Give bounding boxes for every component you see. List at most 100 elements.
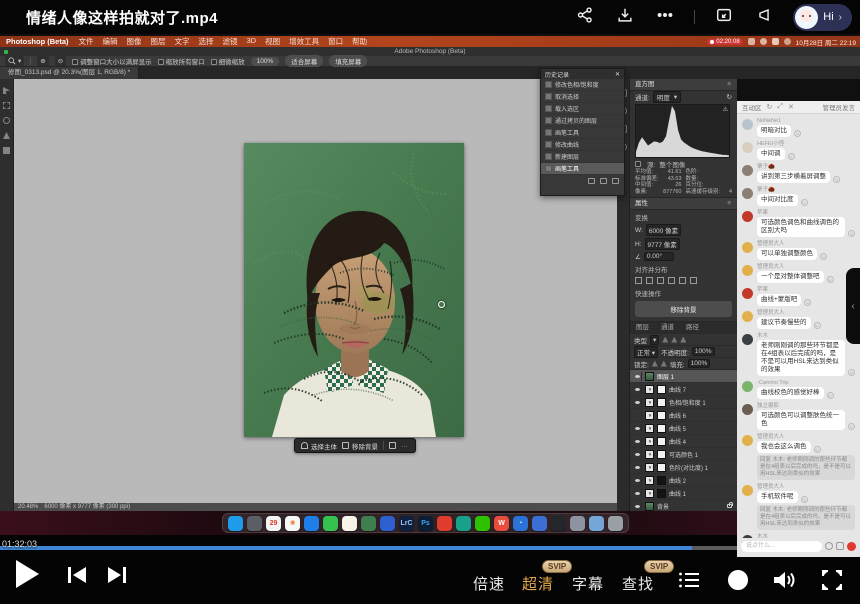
emoji-icon[interactable] <box>825 542 833 550</box>
screen-record-indicator[interactable]: 02:20:08 <box>707 39 742 45</box>
layer-row[interactable]: ◑ 色阶(对比度) 1 <box>630 461 737 474</box>
dock-app-icon[interactable] <box>380 516 395 531</box>
popout-icon[interactable]: ⤢ <box>777 103 783 111</box>
layer-name[interactable]: 图层 1 <box>657 372 734 381</box>
avatar[interactable] <box>742 242 753 253</box>
document-tab[interactable]: 修图_0313.psd @ 20.3%(图层 1, RGB/8) * <box>0 67 139 79</box>
align-top-icon[interactable] <box>668 277 675 284</box>
find-button[interactable]: 查找 <box>622 573 654 594</box>
history-state-row[interactable]: 通过拷贝的图层 <box>541 115 624 127</box>
layer-mask-thumbnail[interactable] <box>657 476 666 485</box>
download-button[interactable] <box>614 6 636 28</box>
history-state-row[interactable]: 取消选择 <box>541 91 624 103</box>
like-icon[interactable]: ☺ <box>848 423 855 430</box>
like-icon[interactable]: ☺ <box>820 253 827 260</box>
blend-mode-select[interactable]: 正常 ▾ <box>634 346 658 358</box>
layer-name[interactable]: 曲线 4 <box>669 437 734 446</box>
layer-visibility-toggle[interactable] <box>633 372 642 381</box>
dock-app-icon[interactable]: W <box>494 516 509 531</box>
panel-menu-icon[interactable]: ≡ <box>727 79 732 91</box>
avatar[interactable] <box>742 188 753 199</box>
avatar[interactable] <box>742 404 753 415</box>
zoom-level[interactable]: 20.48% <box>18 503 38 511</box>
layer-name[interactable]: 可选颜色 1 <box>669 450 734 459</box>
refresh-icon[interactable]: ↻ <box>767 103 773 111</box>
lock-position-icon[interactable] <box>661 361 667 367</box>
layer-mask-thumbnail[interactable] <box>657 398 666 407</box>
menu-item[interactable]: 3D <box>247 36 257 47</box>
layer-visibility-toggle[interactable] <box>633 450 642 459</box>
delete-state-icon[interactable] <box>612 178 619 184</box>
history-state-row[interactable]: 修改色相/饱和度 <box>541 79 624 91</box>
dock-app-icon[interactable] <box>551 516 566 531</box>
fullscreen-button[interactable] <box>820 570 844 594</box>
like-icon[interactable]: ☺ <box>814 446 821 453</box>
fill-screen-button[interactable]: 填充屏幕 <box>329 55 367 67</box>
next-button[interactable] <box>104 565 130 589</box>
align-middle-icon[interactable] <box>679 277 686 284</box>
avatar[interactable] <box>742 311 753 322</box>
dock-app-icon[interactable] <box>570 516 585 531</box>
align-left-icon[interactable] <box>635 277 642 284</box>
play-button[interactable] <box>10 557 44 595</box>
panel-tab[interactable]: 图层 <box>630 322 655 334</box>
crop-tool-icon[interactable] <box>3 147 10 154</box>
layer-mask-thumbnail[interactable] <box>657 424 666 433</box>
like-icon[interactable]: ☺ <box>801 199 808 206</box>
filter-type-select[interactable]: ▾ <box>650 335 659 345</box>
history-state-row[interactable]: 载入选区 <box>541 103 624 115</box>
quality-button[interactable]: 超清 <box>522 573 554 594</box>
layer-row[interactable]: ◑ 色相/饱和度 1 <box>630 396 737 409</box>
like-icon[interactable]: ☺ <box>814 322 821 329</box>
layer-row[interactable]: ◑ 曲线 5 <box>630 422 737 435</box>
like-icon[interactable]: ☺ <box>804 299 811 306</box>
panel-tab[interactable]: 通道 <box>655 322 680 334</box>
fit-screen-button[interactable]: 适合屏幕 <box>285 55 323 67</box>
like-icon[interactable]: ☺ <box>827 276 834 283</box>
layer-row[interactable]: ◑ 曲线 2 <box>630 474 737 487</box>
layer-mask-thumbnail[interactable] <box>657 385 666 394</box>
pip-button[interactable] <box>713 6 735 28</box>
ps-canvas[interactable]: 选择主体 移除背景 … 20.48% 6000 像素 x 9777 像素 (30… <box>14 79 617 511</box>
remove-background-button[interactable]: 移除背景 <box>342 441 378 451</box>
admin-filter-toggle[interactable]: 管理员发言 <box>823 102 856 112</box>
layer-visibility-toggle[interactable] <box>633 476 642 485</box>
layer-visibility-toggle[interactable] <box>633 424 642 433</box>
layer-mask-thumbnail[interactable] <box>657 437 666 446</box>
dock-app-icon[interactable]: ❀ <box>285 516 300 531</box>
source-value[interactable]: 整个图像 <box>659 159 685 169</box>
layer-name[interactable]: 背景 <box>657 502 724 511</box>
layer-mask-thumbnail[interactable] <box>657 450 666 459</box>
like-icon[interactable]: ☺ <box>788 153 795 160</box>
subtitles-button[interactable]: 字幕 <box>572 573 604 594</box>
zoom-out-toggle[interactable]: ⊖ <box>55 56 66 66</box>
menu-item[interactable]: 文件 <box>79 36 94 47</box>
layer-visibility-toggle[interactable] <box>633 463 642 472</box>
layer-visibility-toggle[interactable] <box>633 437 642 446</box>
dock-app-icon[interactable] <box>589 516 604 531</box>
dock-app-icon[interactable]: LrC <box>399 516 414 531</box>
marquee-tool-icon[interactable] <box>3 102 10 109</box>
send-button[interactable] <box>847 542 856 551</box>
layer-name[interactable]: 曲线 7 <box>669 385 734 394</box>
sidebar-drawer-handle[interactable]: ‹ <box>846 268 860 344</box>
like-icon[interactable]: ☺ <box>827 392 834 399</box>
width-field[interactable]: 6000 像素 <box>646 224 681 236</box>
avatar[interactable] <box>742 435 753 446</box>
menu-item[interactable]: 滤镜 <box>223 36 238 47</box>
like-icon[interactable]: ☺ <box>794 130 801 137</box>
avatar[interactable] <box>742 485 753 496</box>
checkbox-icon[interactable] <box>635 161 641 167</box>
menu-item[interactable]: 编辑 <box>103 36 118 47</box>
taskbar-more-button[interactable]: … <box>401 442 409 449</box>
lock-transparent-icon[interactable] <box>652 361 658 367</box>
menu-item[interactable]: 视图 <box>265 36 280 47</box>
zoom-tool-icon[interactable]: ▾ <box>5 56 24 66</box>
control-center-icon[interactable] <box>784 38 791 45</box>
refresh-histogram-icon[interactable]: ↻ <box>727 93 732 101</box>
history-state-row[interactable]: 画笔工具 <box>541 163 624 175</box>
dock-app-icon[interactable] <box>247 516 262 531</box>
angle-field[interactable]: 0.00° <box>644 252 674 261</box>
playback-speed-button[interactable]: 倍速 <box>473 573 505 594</box>
record-button[interactable] <box>726 570 750 594</box>
